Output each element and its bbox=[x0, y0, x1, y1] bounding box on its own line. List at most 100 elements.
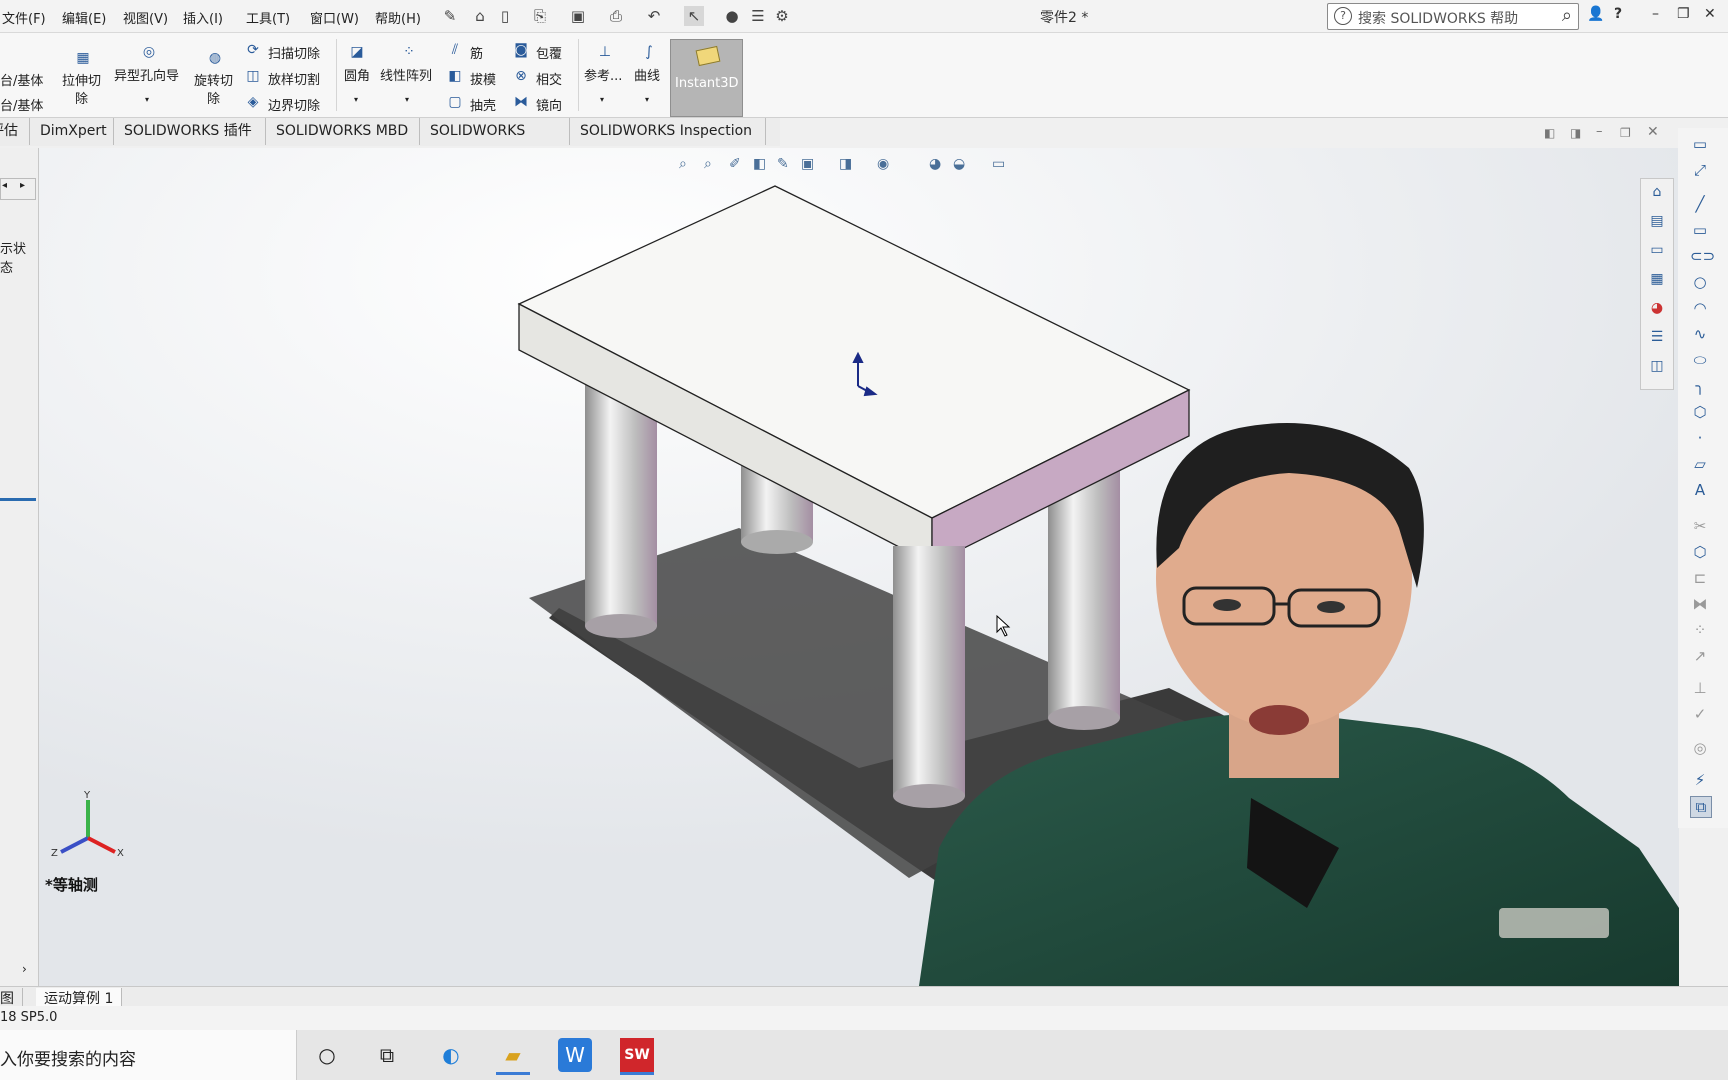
fillet-button[interactable]: 圆角 bbox=[344, 65, 370, 84]
draft-button[interactable]: 拔模 bbox=[470, 69, 496, 88]
view-settings-icon[interactable]: ▭ bbox=[992, 156, 1005, 172]
boundary-cut-icon[interactable]: ◈ bbox=[244, 93, 262, 111]
curves-dropdown-icon[interactable]: ▾ bbox=[645, 95, 649, 104]
revolved-cut-button[interactable]: 旋转切 除 bbox=[194, 73, 233, 109]
apply-scene-icon[interactable]: ◒ bbox=[953, 156, 965, 172]
arc-icon[interactable]: ◠ bbox=[1690, 298, 1710, 318]
slot-icon[interactable]: ⊂⊃ bbox=[1690, 246, 1715, 266]
fillet-dropdown-icon[interactable]: ▾ bbox=[354, 95, 358, 104]
move-entities-icon[interactable]: ↗ bbox=[1690, 646, 1710, 666]
section-view-icon[interactable]: ◧ bbox=[753, 156, 766, 172]
graphics-area[interactable]: ⌕ ⌕ ✐ ◧ ✎ ▣ ◨ ◉ ◕ ◒ ▭ Y Z X *等轴测 bbox=[39, 148, 1679, 986]
revolved-cut-icon[interactable]: ◍ bbox=[206, 49, 224, 67]
zoom-to-fit-icon[interactable]: ⌕ bbox=[679, 156, 687, 172]
hide-show-icon[interactable]: ◉ bbox=[877, 156, 889, 172]
wrap-icon[interactable]: ◙ bbox=[512, 41, 530, 59]
fillet-sketch-icon[interactable]: ╮ bbox=[1690, 376, 1710, 396]
wps-icon[interactable]: W bbox=[558, 1038, 592, 1072]
search-icon[interactable]: ⌕ bbox=[1562, 5, 1572, 26]
save-icon[interactable]: ▣ bbox=[568, 6, 588, 26]
line-icon[interactable]: ╱ bbox=[1690, 194, 1710, 214]
tile-left-icon[interactable]: ◧ bbox=[1544, 126, 1555, 140]
tab-model[interactable]: 图 bbox=[0, 988, 23, 1008]
tab-solidworks-cam[interactable]: SOLIDWORKS CAM bbox=[422, 118, 570, 166]
swept-cut-icon[interactable]: ⟳ bbox=[244, 41, 262, 59]
pin-icon[interactable]: ✎ bbox=[440, 6, 460, 26]
intersect-icon[interactable]: ⊗ bbox=[512, 67, 530, 85]
intersect-button[interactable]: 相交 bbox=[536, 69, 562, 88]
task-view-icon[interactable]: ⧉ bbox=[370, 1038, 404, 1072]
menu-tools[interactable]: 工具(T) bbox=[246, 8, 290, 27]
tab-solidworks-addins[interactable]: SOLIDWORKS 插件 bbox=[116, 118, 266, 145]
options-icon[interactable]: ⚙ bbox=[772, 6, 792, 26]
repair-sketch-icon[interactable]: ✓ bbox=[1690, 704, 1710, 724]
mirror-button[interactable]: 镜向 bbox=[536, 95, 562, 114]
menu-file[interactable]: 文件(F) bbox=[2, 8, 46, 27]
appearances-icon[interactable]: ◕ bbox=[1648, 299, 1666, 317]
smart-dimension-icon[interactable]: ⤢ bbox=[1690, 160, 1710, 180]
boss-base-label-2[interactable]: 台/基体 bbox=[0, 95, 43, 114]
text-icon[interactable]: A bbox=[1690, 480, 1710, 500]
convert-entities-icon[interactable]: ⬡ bbox=[1690, 542, 1710, 562]
minimize-icon[interactable]: – bbox=[1652, 6, 1659, 22]
help-button[interactable]: ? bbox=[1614, 6, 1622, 22]
rebuild-icon[interactable]: ● bbox=[722, 6, 742, 26]
reference-geometry-button[interactable]: 参考... bbox=[584, 65, 622, 84]
offset-icon[interactable]: ⊏ bbox=[1690, 568, 1710, 588]
print-icon[interactable]: ⎙ bbox=[606, 6, 626, 26]
restore-icon[interactable]: ❐ bbox=[1677, 6, 1690, 22]
hole-wizard-icon[interactable]: ◎ bbox=[140, 43, 158, 61]
close-icon[interactable]: ✕ bbox=[1704, 6, 1716, 22]
hole-wizard-button[interactable]: 异型孔向导 bbox=[114, 65, 179, 84]
mirror-entities-icon[interactable]: ⧓ bbox=[1690, 594, 1710, 614]
spline-icon[interactable]: ∿ bbox=[1690, 324, 1710, 344]
curves-icon[interactable]: ∫ bbox=[640, 43, 658, 61]
wrap-button[interactable]: 包覆 bbox=[536, 43, 562, 62]
point-icon[interactable]: · bbox=[1690, 428, 1710, 448]
menu-help[interactable]: 帮助(H) bbox=[375, 8, 421, 27]
view-palette-icon[interactable]: ▦ bbox=[1648, 270, 1666, 288]
rectangle-icon[interactable]: ▭ bbox=[1690, 220, 1710, 240]
tab-solidworks-mbd[interactable]: SOLIDWORKS MBD bbox=[268, 118, 420, 145]
swept-cut-button[interactable]: 扫描切除 bbox=[268, 43, 320, 62]
relations-icon[interactable]: ⊥ bbox=[1690, 678, 1710, 698]
tab-dimxpert[interactable]: DimXpert bbox=[32, 118, 114, 145]
tile-right-icon[interactable]: ◨ bbox=[1570, 126, 1581, 140]
mirror-icon[interactable]: ⧓ bbox=[512, 93, 530, 111]
taskbar-search-input[interactable]: 入你要搜索的内容 bbox=[0, 1030, 297, 1080]
tab-evaluate[interactable]: 评估 bbox=[0, 118, 30, 145]
lofted-cut-icon[interactable]: ◫ bbox=[244, 67, 262, 85]
boundary-cut-button[interactable]: 边界切除 bbox=[268, 95, 320, 114]
select-icon[interactable]: ↖ bbox=[684, 6, 704, 26]
rib-button[interactable]: 筋 bbox=[470, 43, 483, 62]
ellipse-icon[interactable]: ⬭ bbox=[1690, 350, 1710, 370]
forum-icon[interactable]: ◫ bbox=[1648, 357, 1666, 375]
custom-properties-icon[interactable]: ☰ bbox=[1648, 328, 1666, 346]
home-icon[interactable]: ⌂ bbox=[470, 6, 490, 26]
instant2d-icon[interactable]: ⧉ bbox=[1690, 796, 1712, 818]
shell-icon[interactable]: ▢ bbox=[446, 93, 464, 111]
open-icon[interactable]: ⎘ bbox=[530, 6, 550, 26]
fillet-icon[interactable]: ◪ bbox=[348, 43, 366, 61]
reference-geometry-icon[interactable]: ⊥ bbox=[596, 43, 614, 61]
menu-window[interactable]: 窗口(W) bbox=[310, 8, 359, 27]
doc-restore-icon[interactable]: ❐ bbox=[1620, 126, 1631, 140]
zoom-area-icon[interactable]: ⌕ bbox=[704, 156, 712, 172]
solidworks-taskbar-icon[interactable]: SW bbox=[620, 1038, 654, 1075]
linear-pattern-button[interactable]: 线性阵列 bbox=[380, 65, 432, 84]
linear-pattern-icon[interactable]: ⁘ bbox=[400, 43, 418, 61]
undo-icon[interactable]: ↶ bbox=[644, 6, 664, 26]
boss-base-label-1[interactable]: 台/基体 bbox=[0, 70, 43, 89]
extruded-cut-icon[interactable]: ▦ bbox=[74, 49, 92, 67]
rapid-sketch-icon[interactable]: ⚡ bbox=[1690, 770, 1710, 790]
file-explorer-taskbar-icon[interactable]: ▰ bbox=[496, 1038, 530, 1075]
tab-motion-study-1[interactable]: 运动算例 1 bbox=[36, 988, 123, 1008]
doc-close-icon[interactable]: ✕ bbox=[1647, 124, 1659, 140]
display-style-icon[interactable]: ◨ bbox=[839, 156, 852, 172]
curves-button[interactable]: 曲线 bbox=[634, 65, 660, 84]
edit-appearance-icon[interactable]: ◕ bbox=[929, 156, 941, 172]
reference-dropdown-icon[interactable]: ▾ bbox=[600, 95, 604, 104]
quick-snaps-icon[interactable]: ◎ bbox=[1690, 738, 1710, 758]
expand-arrow-icon[interactable]: › bbox=[22, 962, 27, 976]
solidworks-resources-icon[interactable]: ⌂ bbox=[1648, 183, 1666, 201]
